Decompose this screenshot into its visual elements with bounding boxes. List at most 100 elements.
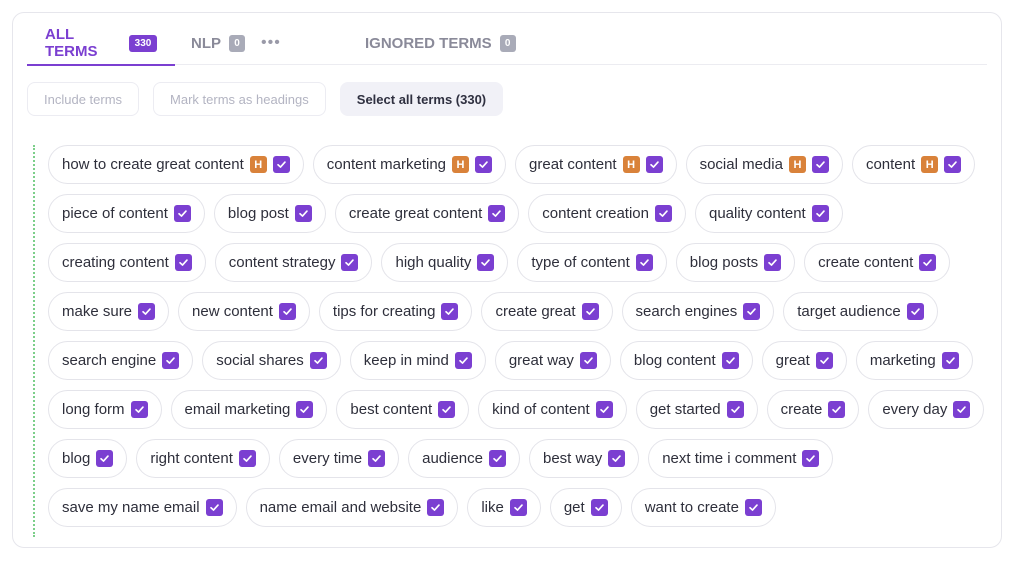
include-terms-button[interactable]: Include terms: [27, 82, 140, 116]
checkbox-checked-icon[interactable]: [205, 499, 223, 516]
checkbox-checked-icon[interactable]: [309, 352, 327, 369]
term-chip[interactable]: how to create great content H: [48, 145, 304, 184]
term-chip[interactable]: name email and website: [245, 488, 459, 527]
term-chip[interactable]: new content: [178, 292, 310, 331]
term-chip[interactable]: blog content: [619, 341, 753, 380]
tab-ignored-terms[interactable]: IGNORED TERMS 0: [365, 21, 516, 65]
checkbox-checked-icon[interactable]: [815, 352, 833, 369]
checkbox-checked-icon[interactable]: [294, 205, 312, 222]
checkbox-checked-icon[interactable]: [919, 254, 937, 271]
term-chip[interactable]: blog post: [213, 194, 326, 233]
select-all-terms-button[interactable]: Select all terms (330): [339, 82, 504, 116]
checkbox-checked-icon[interactable]: [368, 450, 386, 467]
checkbox-checked-icon[interactable]: [296, 401, 314, 418]
term-chip[interactable]: target audience: [783, 292, 938, 331]
checkbox-checked-icon[interactable]: [828, 401, 846, 418]
checkbox-checked-icon[interactable]: [162, 352, 180, 369]
term-chip[interactable]: great: [761, 341, 847, 380]
term-chip[interactable]: type of content: [517, 243, 667, 282]
term-chip[interactable]: long form: [48, 390, 162, 429]
term-chip[interactable]: content H: [851, 145, 976, 184]
checkbox-checked-icon[interactable]: [764, 254, 782, 271]
checkbox-checked-icon[interactable]: [595, 401, 613, 418]
checkbox-checked-icon[interactable]: [278, 303, 296, 320]
term-chip[interactable]: piece of content: [48, 194, 205, 233]
term-chip[interactable]: search engines: [621, 292, 775, 331]
term-chip[interactable]: social shares: [202, 341, 341, 380]
term-chip[interactable]: great way: [494, 341, 611, 380]
checkbox-checked-icon[interactable]: [96, 450, 114, 467]
term-chip[interactable]: kind of content: [478, 390, 627, 429]
checkbox-checked-icon[interactable]: [138, 303, 156, 320]
term-chip[interactable]: social media H: [685, 145, 843, 184]
term-chip[interactable]: make sure: [48, 292, 170, 331]
checkbox-checked-icon[interactable]: [488, 205, 506, 222]
term-chip[interactable]: next time i comment: [648, 439, 834, 478]
checkbox-checked-icon[interactable]: [944, 156, 962, 173]
checkbox-checked-icon[interactable]: [579, 352, 597, 369]
term-chip[interactable]: email marketing: [170, 390, 328, 429]
checkbox-checked-icon[interactable]: [811, 156, 829, 173]
term-chip[interactable]: create great: [481, 292, 613, 331]
term-chip[interactable]: like: [467, 488, 541, 527]
term-chip[interactable]: every time: [278, 439, 400, 478]
checkbox-checked-icon[interactable]: [272, 156, 290, 173]
checkbox-checked-icon[interactable]: [581, 303, 599, 320]
term-chip[interactable]: create: [766, 390, 860, 429]
more-options-icon[interactable]: •••: [261, 21, 281, 65]
checkbox-checked-icon[interactable]: [174, 254, 192, 271]
checkbox-checked-icon[interactable]: [238, 450, 256, 467]
term-chip[interactable]: want to create: [630, 488, 776, 527]
checkbox-checked-icon[interactable]: [953, 401, 971, 418]
term-chip[interactable]: great content H: [515, 145, 677, 184]
checkbox-checked-icon[interactable]: [341, 254, 359, 271]
checkbox-checked-icon[interactable]: [441, 303, 459, 320]
checkbox-checked-icon[interactable]: [645, 156, 663, 173]
checkbox-checked-icon[interactable]: [489, 450, 506, 467]
checkbox-checked-icon[interactable]: [941, 352, 959, 369]
term-chip[interactable]: blog: [48, 439, 128, 478]
term-chip[interactable]: create content: [804, 243, 951, 282]
tab-all-terms[interactable]: ALL TERMS 330: [27, 21, 175, 66]
term-chip[interactable]: create great content: [334, 194, 520, 233]
checkbox-checked-icon[interactable]: [726, 401, 744, 418]
checkbox-checked-icon[interactable]: [802, 450, 820, 467]
checkbox-checked-icon[interactable]: [509, 499, 527, 516]
term-chip[interactable]: keep in mind: [349, 341, 486, 380]
term-chip[interactable]: right content: [136, 439, 270, 478]
checkbox-checked-icon[interactable]: [477, 254, 495, 271]
checkbox-checked-icon[interactable]: [454, 352, 472, 369]
tab-nlp[interactable]: NLP 0: [191, 21, 245, 65]
term-chip[interactable]: high quality: [381, 243, 509, 282]
term-chip[interactable]: blog posts: [675, 243, 796, 282]
checkbox-checked-icon[interactable]: [743, 303, 761, 320]
term-chip[interactable]: marketing: [855, 341, 973, 380]
checkbox-checked-icon[interactable]: [438, 401, 456, 418]
term-chip[interactable]: content strategy: [214, 243, 373, 282]
checkbox-checked-icon[interactable]: [427, 499, 445, 516]
checkbox-checked-icon[interactable]: [173, 205, 191, 222]
term-chip[interactable]: creating content: [48, 243, 206, 282]
term-chip[interactable]: content marketing H: [312, 145, 507, 184]
checkbox-checked-icon[interactable]: [654, 205, 672, 222]
term-chip[interactable]: search engine: [48, 341, 194, 380]
term-chip[interactable]: content creation: [528, 194, 686, 233]
checkbox-checked-icon[interactable]: [744, 499, 762, 516]
checkbox-checked-icon[interactable]: [475, 156, 493, 173]
checkbox-checked-icon[interactable]: [906, 303, 924, 320]
checkbox-checked-icon[interactable]: [721, 352, 739, 369]
checkbox-checked-icon[interactable]: [130, 401, 148, 418]
checkbox-checked-icon[interactable]: [811, 205, 829, 222]
term-chip[interactable]: save my name email: [48, 488, 237, 527]
checkbox-checked-icon[interactable]: [608, 450, 626, 467]
term-chip[interactable]: every day: [868, 390, 985, 429]
checkbox-checked-icon[interactable]: [635, 254, 653, 271]
term-chip[interactable]: best way: [529, 439, 640, 478]
mark-headings-button[interactable]: Mark terms as headings: [153, 82, 326, 116]
term-chip[interactable]: tips for creating: [318, 292, 473, 331]
term-chip[interactable]: get started: [635, 390, 758, 429]
term-chip[interactable]: audience: [408, 439, 520, 478]
term-chip[interactable]: get: [549, 488, 622, 527]
checkbox-checked-icon[interactable]: [590, 499, 608, 516]
term-chip[interactable]: quality content: [694, 194, 843, 233]
